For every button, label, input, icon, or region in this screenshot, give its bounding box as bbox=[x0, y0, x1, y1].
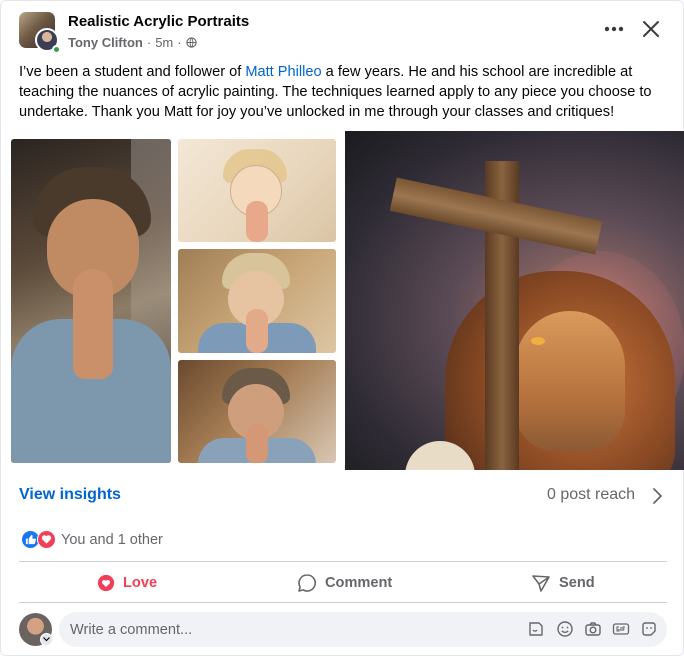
photo-grid bbox=[1, 131, 684, 470]
meta-separator: · bbox=[177, 35, 182, 50]
post-timestamp[interactable]: 5m bbox=[155, 35, 173, 50]
send-button-label: Send bbox=[559, 575, 595, 591]
close-icon[interactable] bbox=[639, 17, 663, 41]
chevron-down-icon[interactable] bbox=[40, 633, 53, 646]
love-button[interactable]: Love bbox=[97, 569, 157, 597]
post-body-text: I’ve been a student and follower of Matt… bbox=[19, 62, 669, 122]
emoji-icon[interactable] bbox=[556, 620, 574, 638]
globe-icon bbox=[185, 37, 197, 48]
post-header: Realistic Acrylic Portraits Tony Clifton… bbox=[1, 1, 684, 59]
chevron-right-icon[interactable] bbox=[651, 487, 663, 505]
sketch-stage-image bbox=[178, 139, 336, 242]
reaction-count-text: You and 1 other bbox=[61, 531, 163, 548]
post-text-start: I’ve been a student and follower of bbox=[19, 64, 246, 80]
comment-bubble-icon bbox=[298, 574, 316, 592]
divider bbox=[19, 602, 667, 603]
lion-cross-painting[interactable] bbox=[345, 131, 684, 470]
post-card: Realistic Acrylic Portraits Tony Clifton… bbox=[0, 0, 684, 656]
reaction-summary[interactable]: You and 1 other bbox=[21, 530, 163, 549]
mention-link[interactable]: Matt Philleo bbox=[245, 64, 321, 80]
comment-input[interactable] bbox=[70, 620, 510, 640]
view-insights-link[interactable]: View insights bbox=[19, 486, 121, 504]
avatar-sticker-icon[interactable] bbox=[640, 620, 658, 638]
post-meta: Tony Clifton · 5m · bbox=[68, 35, 197, 50]
send-arrow-icon bbox=[532, 575, 550, 592]
more-options-button[interactable] bbox=[601, 19, 627, 41]
collage-photo[interactable] bbox=[1, 131, 345, 470]
underpainting-stage-image bbox=[178, 249, 336, 353]
divider bbox=[19, 561, 667, 562]
love-reaction-icon bbox=[97, 574, 115, 592]
meta-separator: · bbox=[146, 35, 152, 50]
author-name-link[interactable]: Tony Clifton bbox=[68, 35, 143, 50]
comment-composer bbox=[59, 612, 667, 647]
gif-icon[interactable] bbox=[612, 620, 630, 638]
post-reach-count[interactable]: 0 post reach bbox=[547, 486, 635, 504]
camera-icon[interactable] bbox=[584, 620, 602, 638]
send-button[interactable]: Send bbox=[531, 569, 595, 597]
love-button-label: Love bbox=[123, 575, 158, 591]
online-status-dot bbox=[52, 45, 61, 54]
more-dots-icon bbox=[604, 26, 624, 32]
group-name-link[interactable]: Realistic Acrylic Portraits bbox=[68, 13, 249, 30]
comment-button[interactable]: Comment bbox=[297, 569, 392, 597]
sticker-icon[interactable] bbox=[527, 620, 545, 638]
color-stage-image bbox=[178, 360, 336, 463]
group-avatar[interactable] bbox=[19, 12, 61, 54]
comment-button-label: Comment bbox=[325, 575, 393, 591]
love-icon bbox=[37, 530, 56, 549]
praying-boy-painting bbox=[11, 139, 171, 463]
